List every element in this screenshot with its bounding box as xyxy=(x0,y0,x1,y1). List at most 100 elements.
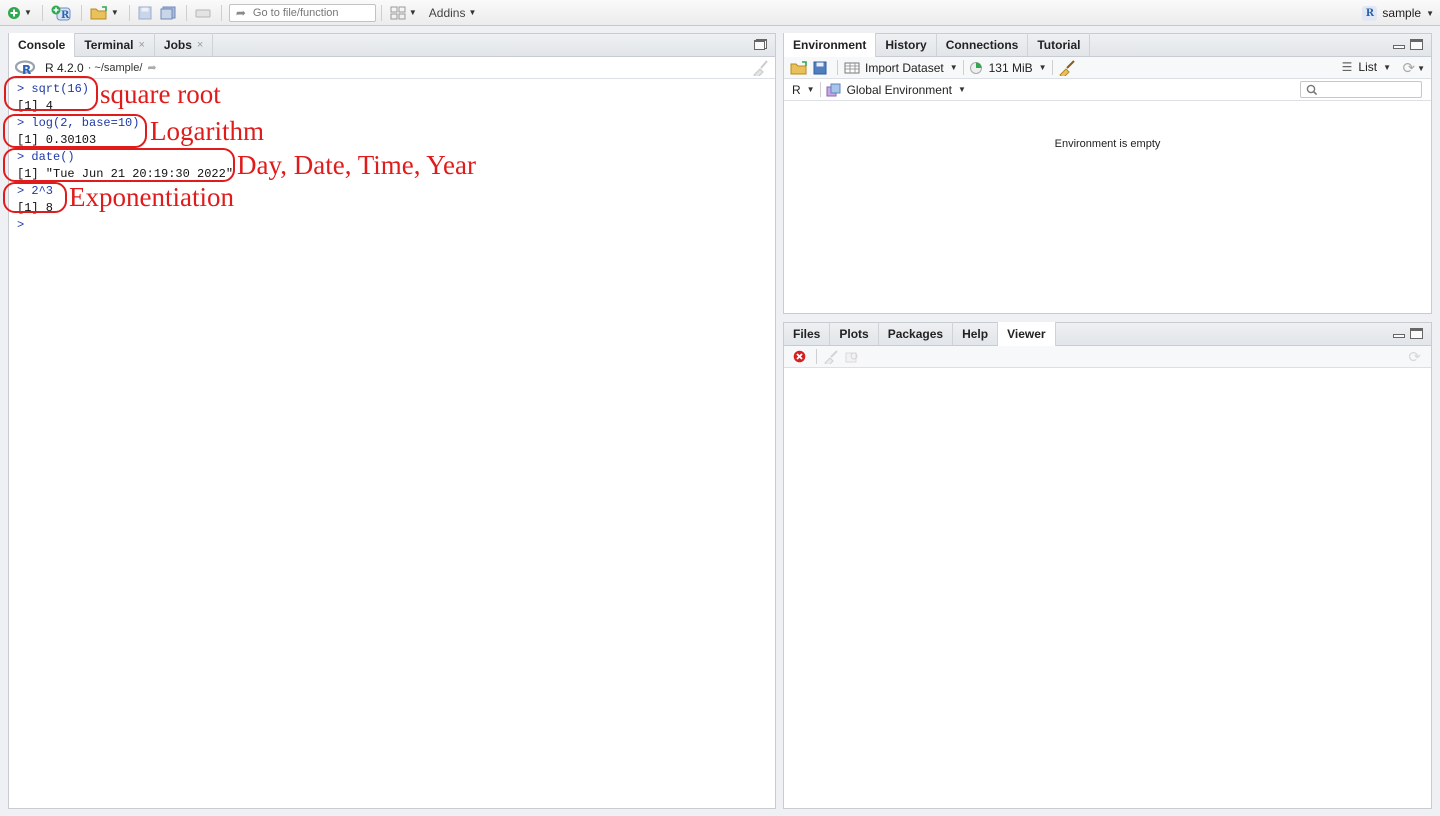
console-pane: Console Terminal × Jobs × R R 4.2.0 · ~/… xyxy=(3,33,776,809)
clear-viewer-button[interactable] xyxy=(822,348,840,366)
memory-usage-label: 131 MiB xyxy=(988,60,1033,75)
maximize-pane-icon[interactable] xyxy=(1410,39,1423,50)
environment-stack-icon xyxy=(826,83,841,96)
chevron-down-icon: ▼ xyxy=(806,85,815,94)
tab-packages[interactable]: Packages xyxy=(879,322,954,345)
save-icon xyxy=(813,61,827,74)
new-project-icon: R xyxy=(51,5,71,21)
toolbar-divider xyxy=(380,4,382,21)
environment-search-input[interactable] xyxy=(1300,81,1422,98)
addins-label: Addins xyxy=(428,5,466,20)
annotation-logarithm: Logarithm xyxy=(150,116,264,146)
goto-directory-icon[interactable]: ➦ xyxy=(147,61,156,74)
open-file-button[interactable]: ▼ xyxy=(87,3,122,23)
save-all-icon xyxy=(160,6,176,19)
annotation-circle xyxy=(3,148,235,182)
main-toolbar: ▼ R ▼ ➦ Go to file/function ▼ Addins ▼ R… xyxy=(0,0,1440,26)
environment-empty-message: Environment is empty xyxy=(1054,138,1161,150)
environment-toolbar: Import Dataset ▼ 131 MiB ▼ ☰ List ▼ ⟳ ▼ xyxy=(784,57,1431,79)
clear-environment-button[interactable] xyxy=(1058,59,1076,77)
chevron-down-icon: ▼ xyxy=(408,8,417,17)
minimize-pane-icon[interactable] xyxy=(1393,334,1405,338)
tab-environment-label: Environment xyxy=(793,38,867,52)
language-label: R xyxy=(792,82,801,97)
save-icon xyxy=(138,6,152,19)
toolbar-divider xyxy=(128,4,130,21)
folder-open-icon xyxy=(790,60,807,74)
grid-layout-icon xyxy=(390,6,406,19)
project-name: sample xyxy=(1382,6,1422,20)
chevron-down-icon: ▼ xyxy=(1417,63,1425,73)
annotation-circle xyxy=(4,76,98,111)
annotation-square-root: square root xyxy=(100,79,221,109)
chevron-down-icon: ▼ xyxy=(24,8,32,17)
tab-history[interactable]: History xyxy=(876,33,937,56)
tab-connections[interactable]: Connections xyxy=(937,33,1029,56)
tab-jobs[interactable]: Jobs × xyxy=(155,33,214,56)
tab-console[interactable]: Console xyxy=(9,33,76,57)
annotation-date-time: Day, Date, Time, Year xyxy=(237,150,476,180)
tab-terminal[interactable]: Terminal × xyxy=(75,33,155,56)
r-logo-icon: R xyxy=(15,59,36,76)
working-directory: · ~/sample/ xyxy=(87,61,143,74)
goto-file-function-input[interactable]: ➦ Go to file/function xyxy=(228,3,376,22)
svg-text:R: R xyxy=(61,10,70,21)
clear-console-broom-icon[interactable] xyxy=(751,60,769,76)
new-file-button[interactable]: ▼ xyxy=(4,3,35,23)
chevron-down-icon: ▼ xyxy=(468,8,477,17)
tab-tutorial[interactable]: Tutorial xyxy=(1028,33,1091,56)
chevron-down-icon: ▼ xyxy=(1426,8,1434,18)
search-icon xyxy=(1306,84,1318,95)
memory-pie-icon xyxy=(969,61,982,74)
save-workspace-button[interactable] xyxy=(811,59,829,77)
toolbar-divider xyxy=(837,60,838,75)
toolbar-divider xyxy=(819,82,821,97)
toolbar-divider xyxy=(220,4,222,21)
language-menu[interactable]: R ▼ xyxy=(792,83,815,97)
refresh-icon: ⟳ xyxy=(1402,60,1416,77)
toolbar-divider xyxy=(41,4,43,21)
close-icon[interactable]: × xyxy=(197,39,203,51)
folder-open-icon xyxy=(90,5,107,19)
tab-viewer[interactable]: Viewer xyxy=(998,322,1056,346)
toolbar-divider xyxy=(1051,60,1053,75)
save-button[interactable] xyxy=(135,3,155,23)
annotation-circle xyxy=(3,182,67,213)
load-workspace-button[interactable] xyxy=(790,59,808,77)
environment-scope-menu[interactable]: Global Environment ▼ xyxy=(826,83,966,97)
close-icon[interactable]: × xyxy=(138,39,144,51)
pane-layout-button[interactable]: ▼ xyxy=(387,3,420,23)
minimize-pane-icon[interactable] xyxy=(1393,45,1405,49)
r-project-icon: R xyxy=(1362,5,1378,21)
memory-usage-menu[interactable]: 131 MiB ▼ xyxy=(969,61,1047,75)
stop-viewer-button[interactable] xyxy=(790,348,808,366)
print-button[interactable] xyxy=(192,3,214,23)
tab-files[interactable]: Files xyxy=(784,322,831,345)
maximize-pane-icon[interactable] xyxy=(1410,328,1423,339)
tab-help[interactable]: Help xyxy=(953,322,999,345)
tab-plots-label: Plots xyxy=(839,326,869,341)
chevron-down-icon: ▼ xyxy=(1038,63,1047,72)
addins-menu[interactable]: Addins ▼ xyxy=(426,3,480,23)
restore-pane-icon[interactable] xyxy=(754,39,767,50)
environment-pane: Environment History Connections Tutorial… xyxy=(783,33,1432,314)
viewer-window-controls xyxy=(1393,328,1423,339)
new-project-button[interactable]: R xyxy=(48,3,74,23)
import-dataset-menu[interactable]: Import Dataset ▼ xyxy=(843,61,958,75)
export-viewer-button[interactable] xyxy=(843,348,861,366)
toolbar-divider xyxy=(80,4,82,21)
console-tabbar: Console Terminal × Jobs × xyxy=(9,33,775,57)
save-all-button[interactable] xyxy=(157,3,179,23)
svg-text:R: R xyxy=(22,63,31,76)
console-window-controls xyxy=(754,39,767,50)
project-menu[interactable]: R sample ▼ xyxy=(1362,3,1434,23)
broom-icon xyxy=(824,349,838,364)
list-icon: ☰ xyxy=(1341,60,1353,74)
tab-environment[interactable]: Environment xyxy=(784,33,877,57)
view-mode-menu[interactable]: ☰ List ▼ xyxy=(1342,60,1391,74)
console-prompt[interactable]: > xyxy=(17,217,775,234)
refresh-viewer-button[interactable]: ⟳ xyxy=(1408,348,1421,366)
tab-plots[interactable]: Plots xyxy=(830,322,879,345)
refresh-environment-button[interactable]: ⟳ ▼ xyxy=(1403,59,1426,77)
console-info-bar: R R 4.2.0 · ~/sample/ ➦ xyxy=(9,57,775,79)
